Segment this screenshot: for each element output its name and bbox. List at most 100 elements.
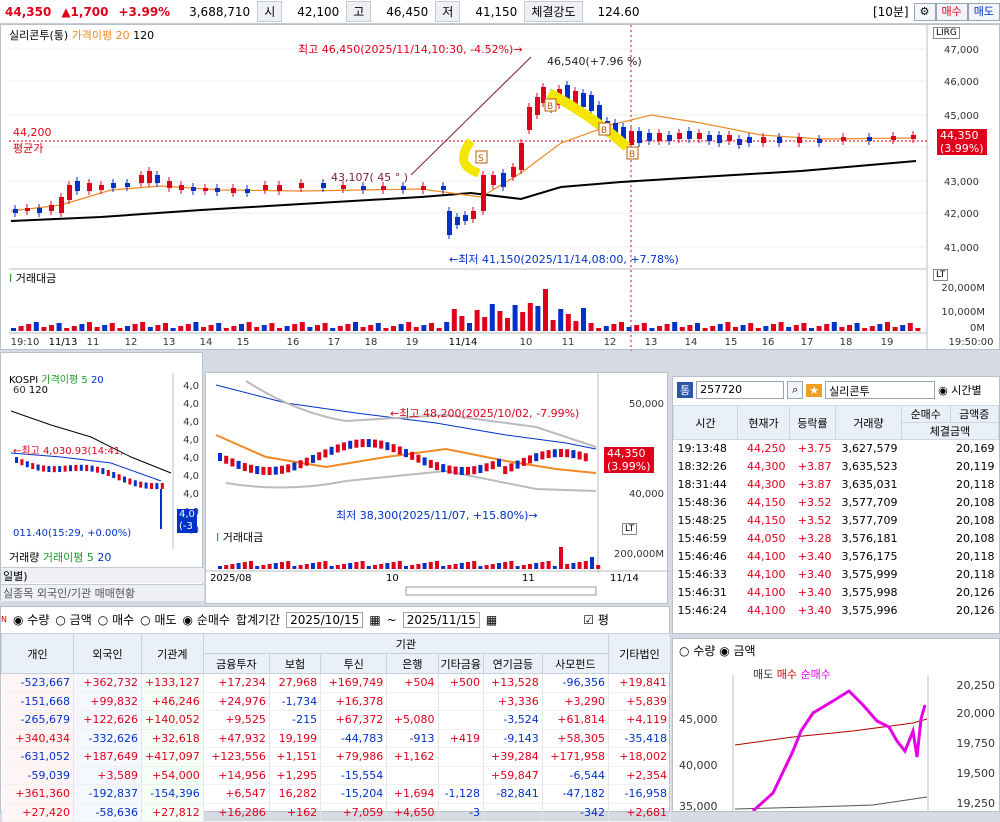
volume-bar	[87, 322, 92, 331]
investor-row[interactable]: +27,420 -58,636 +27,812 +16,286 +162 +7,059 +4…	[1, 803, 671, 822]
radio-buy[interactable]: ○ 매수	[98, 611, 134, 628]
daily-volume-bar	[515, 566, 520, 569]
chart-legend-right[interactable]: LIRG	[933, 27, 960, 39]
daily-volume-bar	[397, 561, 402, 569]
daily-volume-bar	[311, 563, 315, 569]
flow-chart-svg[interactable]: 45,000 40,000 35,000 20,250 20,000 19,750 19,5…	[673, 661, 1000, 811]
index-chart[interactable]: 4,04,04,04,04,04,04,04,04,0 KOSPI 가격이평 5…	[0, 352, 204, 601]
investor-cell: -913	[386, 729, 439, 748]
volume-bar	[497, 311, 503, 331]
buy-button[interactable]: 매수	[935, 2, 968, 21]
volume-legend: I 거래대금	[9, 272, 57, 285]
radio-sell[interactable]: ○ 매도	[140, 611, 176, 628]
date-from-input[interactable]: 2025/10/15	[286, 611, 364, 628]
volume-bar	[725, 322, 731, 331]
calendar-icon[interactable]: ▦	[486, 613, 497, 627]
volume-bar	[596, 328, 602, 331]
investor-cell: -1,734	[269, 692, 322, 711]
x-tick-label: 19:10	[11, 337, 40, 348]
th-private-fund: 사모펀드	[541, 653, 610, 674]
checkbox-avg[interactable]: ☑ 평	[583, 611, 609, 628]
trade-row[interactable]: 15:46:46 44,100 +3.40 3,576,175 20,118	[674, 548, 999, 566]
investor-row[interactable]: +340,434 -332,626 +32,618 +47,932 19,199 -44,…	[1, 729, 671, 748]
volume-bar	[33, 322, 39, 331]
daily-chart[interactable]: 50,000 40,000 200,000M 2025/08 10 11 11/14 ←최고…	[205, 372, 669, 604]
date-to-input[interactable]: 2025/11/15	[402, 611, 480, 628]
calendar-icon[interactable]: ▦	[369, 613, 380, 627]
trade-row[interactable]: 15:48:36 44,150 +3.52 3,577,709 20,108	[674, 494, 999, 512]
gear-icon[interactable]: ⚙	[913, 2, 936, 21]
index-annotation-high: ←최고 4,030.93(14:41,	[13, 446, 124, 457]
trade-row[interactable]: 15:48:25 44,150 +3.52 3,577,709 20,108	[674, 512, 999, 530]
main-chart-svg[interactable]: 47,00046,00045,00044,00043,00042,00041,0…	[1, 25, 1000, 351]
volume-bar	[163, 323, 168, 331]
radio-qty[interactable]: ◉ 수량	[13, 611, 49, 628]
x-tick-label: 13	[645, 337, 658, 348]
radio-time[interactable]: ◉ 시간별	[938, 382, 981, 398]
investor-row[interactable]: -59,039 +3,589 +54,000 +14,956 +1,295 -15,554…	[1, 766, 671, 785]
index-candle	[160, 482, 164, 489]
daily-volume-bar	[366, 566, 371, 569]
trade-cell: +3.40	[797, 550, 832, 563]
x-tick-label: 11/14	[449, 337, 478, 348]
trade-row[interactable]: 15:46:59 44,050 +3.28 3,576,181 20,108	[674, 530, 999, 548]
index-candle	[123, 476, 126, 483]
candle-body	[59, 197, 64, 213]
daily-candle	[391, 444, 396, 453]
investor-row[interactable]: +361,360 -192,837 -154,396 +6,547 16,282 -15,…	[1, 784, 671, 804]
main-chart[interactable]: 47,00046,00045,00044,00043,00042,00041,0…	[0, 24, 1000, 351]
flow-y-left: 45,000	[679, 713, 718, 726]
x-tick-label: 11	[87, 337, 100, 348]
radio-net[interactable]: ◉ 순매수	[183, 611, 230, 628]
investor-row[interactable]: -265,679 +122,626 +140,052 +9,525 -215 +67,37…	[1, 710, 671, 730]
stock-name: 실리콘투(통)	[9, 29, 69, 42]
trade-row[interactable]: 18:31:44 44,300 +3.87 3,635,031 20,118	[674, 476, 999, 494]
radio-amount[interactable]: ○ 금액	[55, 611, 91, 628]
trade-row[interactable]: 19:13:48 44,250 +3.75 3,627,579 20,169	[674, 440, 999, 458]
daily-volume-bar	[335, 565, 340, 569]
volume-bar	[413, 327, 419, 331]
volume-bar	[588, 323, 594, 331]
investor-row[interactable]: -151,668 +99,832 +46,246 +24,976 -1,734 +16,3…	[1, 692, 671, 711]
candle-body	[491, 175, 496, 185]
volume-bar	[505, 318, 510, 331]
trade-row[interactable]: 15:46:24 44,100 +3.40 3,575,996 20,126	[674, 602, 999, 620]
candle-body	[589, 95, 594, 111]
main-chart-legend: 실리콘투(통) 가격이평 20 120	[9, 27, 154, 43]
candle-body	[125, 183, 130, 187]
stock-code-input[interactable]: 257720	[696, 381, 785, 399]
flow-radio-qty[interactable]: ○ 수량	[679, 644, 715, 658]
trade-cell: 3,577,709	[841, 514, 898, 527]
candle-body	[841, 137, 846, 141]
investor-row[interactable]: -631,052 +187,649 +417,097 +123,556 +1,151 +7…	[1, 747, 671, 767]
favorite-icon[interactable]: ★	[806, 383, 823, 397]
volume-bar	[216, 323, 222, 331]
trade-row[interactable]: 15:46:31 44,100 +3.40 3,575,998 20,126	[674, 584, 999, 602]
search-icon[interactable]: ⌕	[787, 381, 804, 399]
current-price-tag: 44,350 (3.99%)	[937, 129, 987, 155]
trade-cell: 44,300	[747, 460, 786, 473]
investor-cell: 27,968	[269, 673, 322, 693]
volume-bar	[900, 325, 906, 331]
trade-cell: 3,576,175	[841, 550, 898, 563]
tab-foreign-institution[interactable]: 실종목 외국인/기관 매매현황	[1, 584, 204, 601]
investor-cell	[438, 692, 485, 711]
volume-lt-button[interactable]: LT	[933, 269, 949, 281]
volume-bar	[467, 323, 472, 331]
sell-button[interactable]: 매도	[967, 2, 1000, 21]
daily-scrollbar	[405, 586, 597, 596]
interval-selector[interactable]: [10분]	[868, 3, 914, 20]
index-candle	[79, 464, 83, 471]
trade-row[interactable]: 15:46:33 44,100 +3.40 3,575,999 20,118	[674, 566, 999, 584]
annotation-trend: 43,107( 45 ° )	[331, 171, 409, 184]
daily-lt-button[interactable]: LT	[622, 523, 638, 535]
candle-body	[361, 186, 366, 190]
flow-y-left: 35,000	[679, 800, 718, 811]
x-tick-label: 18	[365, 337, 378, 348]
trade-row[interactable]: 18:32:26 44,300 +3.87 3,635,523 20,119	[674, 458, 999, 476]
volume-bar	[102, 325, 108, 331]
x-tick-label: 11/13	[49, 337, 78, 348]
flow-radio-amount[interactable]: ◉ 금액	[719, 644, 755, 658]
x-tick-label: 15	[725, 337, 738, 348]
investor-row[interactable]: -523,667 +362,732 +133,127 +17,234 27,968 +16…	[1, 673, 671, 693]
